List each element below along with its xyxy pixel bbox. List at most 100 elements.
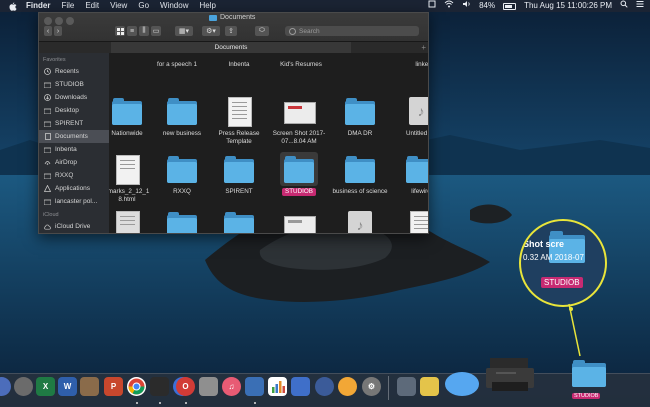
menu-window[interactable]: Window <box>160 0 188 12</box>
dock-app-icon[interactable] <box>80 377 99 396</box>
sidebar-item-lancaster[interactable]: lancaster pol... <box>39 195 109 208</box>
menu-file[interactable]: File <box>61 0 74 12</box>
file-item[interactable]: ♪ Untitled 22 <box>391 97 428 147</box>
sidebar-item-label: iCloud Drive <box>55 223 91 230</box>
sidebar-item-documents[interactable]: Documents <box>39 130 109 143</box>
back-button[interactable]: ‹ <box>44 26 52 36</box>
clock-datetime[interactable]: Thu Aug 15 11:00:26 PM <box>524 0 612 12</box>
sidebar-item-downloads[interactable]: Downloads <box>39 91 109 104</box>
file-item[interactable]: DMA DR <box>330 97 390 147</box>
file-item[interactable]: linkedin <box>396 53 428 77</box>
file-item[interactable] <box>269 211 329 233</box>
gallery-view-button[interactable]: ▭ <box>151 26 161 36</box>
file-name: RXXQ <box>173 188 191 195</box>
battery-percent: 84% <box>479 1 496 10</box>
file-name: Screen Shot 2017-07...8.04 AM <box>272 130 326 145</box>
file-item[interactable]: ♪ <box>330 211 390 233</box>
file-item[interactable]: Kid's Resumes <box>271 53 331 77</box>
callout-pointer-dot <box>569 307 573 311</box>
tags-button[interactable]: ⬭ <box>255 26 269 36</box>
kindle-icon[interactable] <box>150 377 169 396</box>
sidebar-item-recents[interactable]: Recents <box>39 65 109 78</box>
file-item[interactable]: new business <box>152 97 212 147</box>
file-item-selected[interactable]: STUDIOB <box>269 152 329 205</box>
file-item[interactable]: Press Release Template <box>209 97 269 147</box>
sidebar-item-desktop[interactable]: Desktop <box>39 104 109 117</box>
sidebar-item-airdrop[interactable]: AirDrop <box>39 156 109 169</box>
file-item[interactable] <box>152 211 212 233</box>
folder-icon <box>209 14 217 21</box>
audio-file-icon: ♪ <box>345 211 375 233</box>
printer-icon[interactable] <box>484 354 536 394</box>
file-name: lifewire <box>411 188 428 195</box>
chrome-icon[interactable] <box>127 377 146 396</box>
wifi-icon[interactable] <box>444 0 454 12</box>
dock-folder-icon[interactable] <box>572 359 606 389</box>
notification-center-icon[interactable] <box>636 0 644 12</box>
dock-app-icon[interactable] <box>397 377 416 396</box>
file-item[interactable]: for a speech 1 <box>147 53 207 77</box>
menu-help[interactable]: Help <box>199 0 215 12</box>
file-item[interactable]: kmarks_2_12_1 8.html <box>109 155 157 205</box>
file-item[interactable]: business of science <box>330 155 390 205</box>
numbers-icon[interactable] <box>268 377 287 396</box>
list-view-button[interactable]: ≡ <box>127 26 137 36</box>
column-view-button[interactable]: ⫼ <box>139 26 149 36</box>
close-window-button[interactable] <box>44 17 52 25</box>
volume-icon[interactable] <box>462 0 471 12</box>
tab-documents[interactable]: Documents <box>111 42 351 53</box>
dock-app-icon[interactable] <box>420 377 439 396</box>
sidebar-item-icloud-drive[interactable]: iCloud Drive <box>39 220 109 233</box>
file-item[interactable]: Inbenta <box>209 53 269 77</box>
excel-icon[interactable]: X <box>36 377 55 396</box>
dock-app-icon[interactable] <box>315 377 334 396</box>
file-item[interactable]: Nationwide <box>109 97 157 147</box>
menu-go[interactable]: Go <box>138 0 149 12</box>
word-icon[interactable]: W <box>58 377 77 396</box>
search-icon <box>289 27 296 35</box>
apple-menu-icon[interactable] <box>8 2 18 11</box>
share-button[interactable]: ⇪ <box>225 26 237 36</box>
sidebar-item-label: AirDrop <box>55 159 78 166</box>
file-item[interactable]: SPIRENT <box>209 155 269 205</box>
action-menu-button[interactable]: ⚙▾ <box>202 26 220 36</box>
file-icon-grid: for a speech 1 Inbenta Kid's Resumes lin… <box>109 53 428 233</box>
dock-app-icon[interactable] <box>338 377 357 396</box>
icon-view-button[interactable] <box>115 26 125 36</box>
dock-app-icon[interactable] <box>199 377 218 396</box>
menu-view[interactable]: View <box>110 0 127 12</box>
dock-app-icon[interactable] <box>14 377 33 396</box>
menu-app-finder[interactable]: Finder <box>26 0 50 12</box>
itunes-icon[interactable]: ♫ <box>222 377 241 396</box>
file-item[interactable] <box>109 211 157 233</box>
zoom-window-button[interactable] <box>66 17 74 25</box>
powerpoint-icon[interactable]: P <box>104 377 123 396</box>
file-item[interactable]: Screen Shot 2017-07...8.04 AM <box>269 97 329 147</box>
forward-button[interactable]: › <box>54 26 62 36</box>
sidebar-item-studiob[interactable]: STUDIOB <box>39 78 109 91</box>
messages-icon[interactable] <box>445 372 479 396</box>
sidebar-item-rxxq[interactable]: RXXQ <box>39 169 109 182</box>
file-item[interactable] <box>209 211 269 233</box>
sidebar-item-applications[interactable]: Applications <box>39 182 109 195</box>
preview-icon[interactable] <box>245 377 264 396</box>
folder-icon <box>44 107 51 114</box>
sidebar-item-spirent[interactable]: SPIRENT <box>39 117 109 130</box>
spotlight-icon[interactable] <box>620 0 628 12</box>
search-field[interactable]: Search <box>285 26 419 36</box>
zoom-text-date: 0.32 AM 2018-07 <box>523 253 584 262</box>
new-tab-button[interactable]: + <box>421 42 426 53</box>
sidebar-item-inbenta[interactable]: Inbenta <box>39 143 109 156</box>
file-item[interactable]: RXXQ <box>152 155 212 205</box>
menu-edit[interactable]: Edit <box>85 0 99 12</box>
system-preferences-icon[interactable]: ⚙ <box>362 377 381 396</box>
battery-icon[interactable] <box>503 2 517 10</box>
file-item[interactable] <box>391 211 428 233</box>
opera-icon[interactable]: O <box>176 377 195 396</box>
file-item[interactable]: lifewire <box>391 155 428 205</box>
notes-icon[interactable] <box>428 0 436 12</box>
dock-app-icon[interactable] <box>0 377 11 396</box>
minimize-window-button[interactable] <box>55 17 63 25</box>
dock-app-icon[interactable] <box>291 377 310 396</box>
group-by-button[interactable]: ▦▾ <box>175 26 193 36</box>
